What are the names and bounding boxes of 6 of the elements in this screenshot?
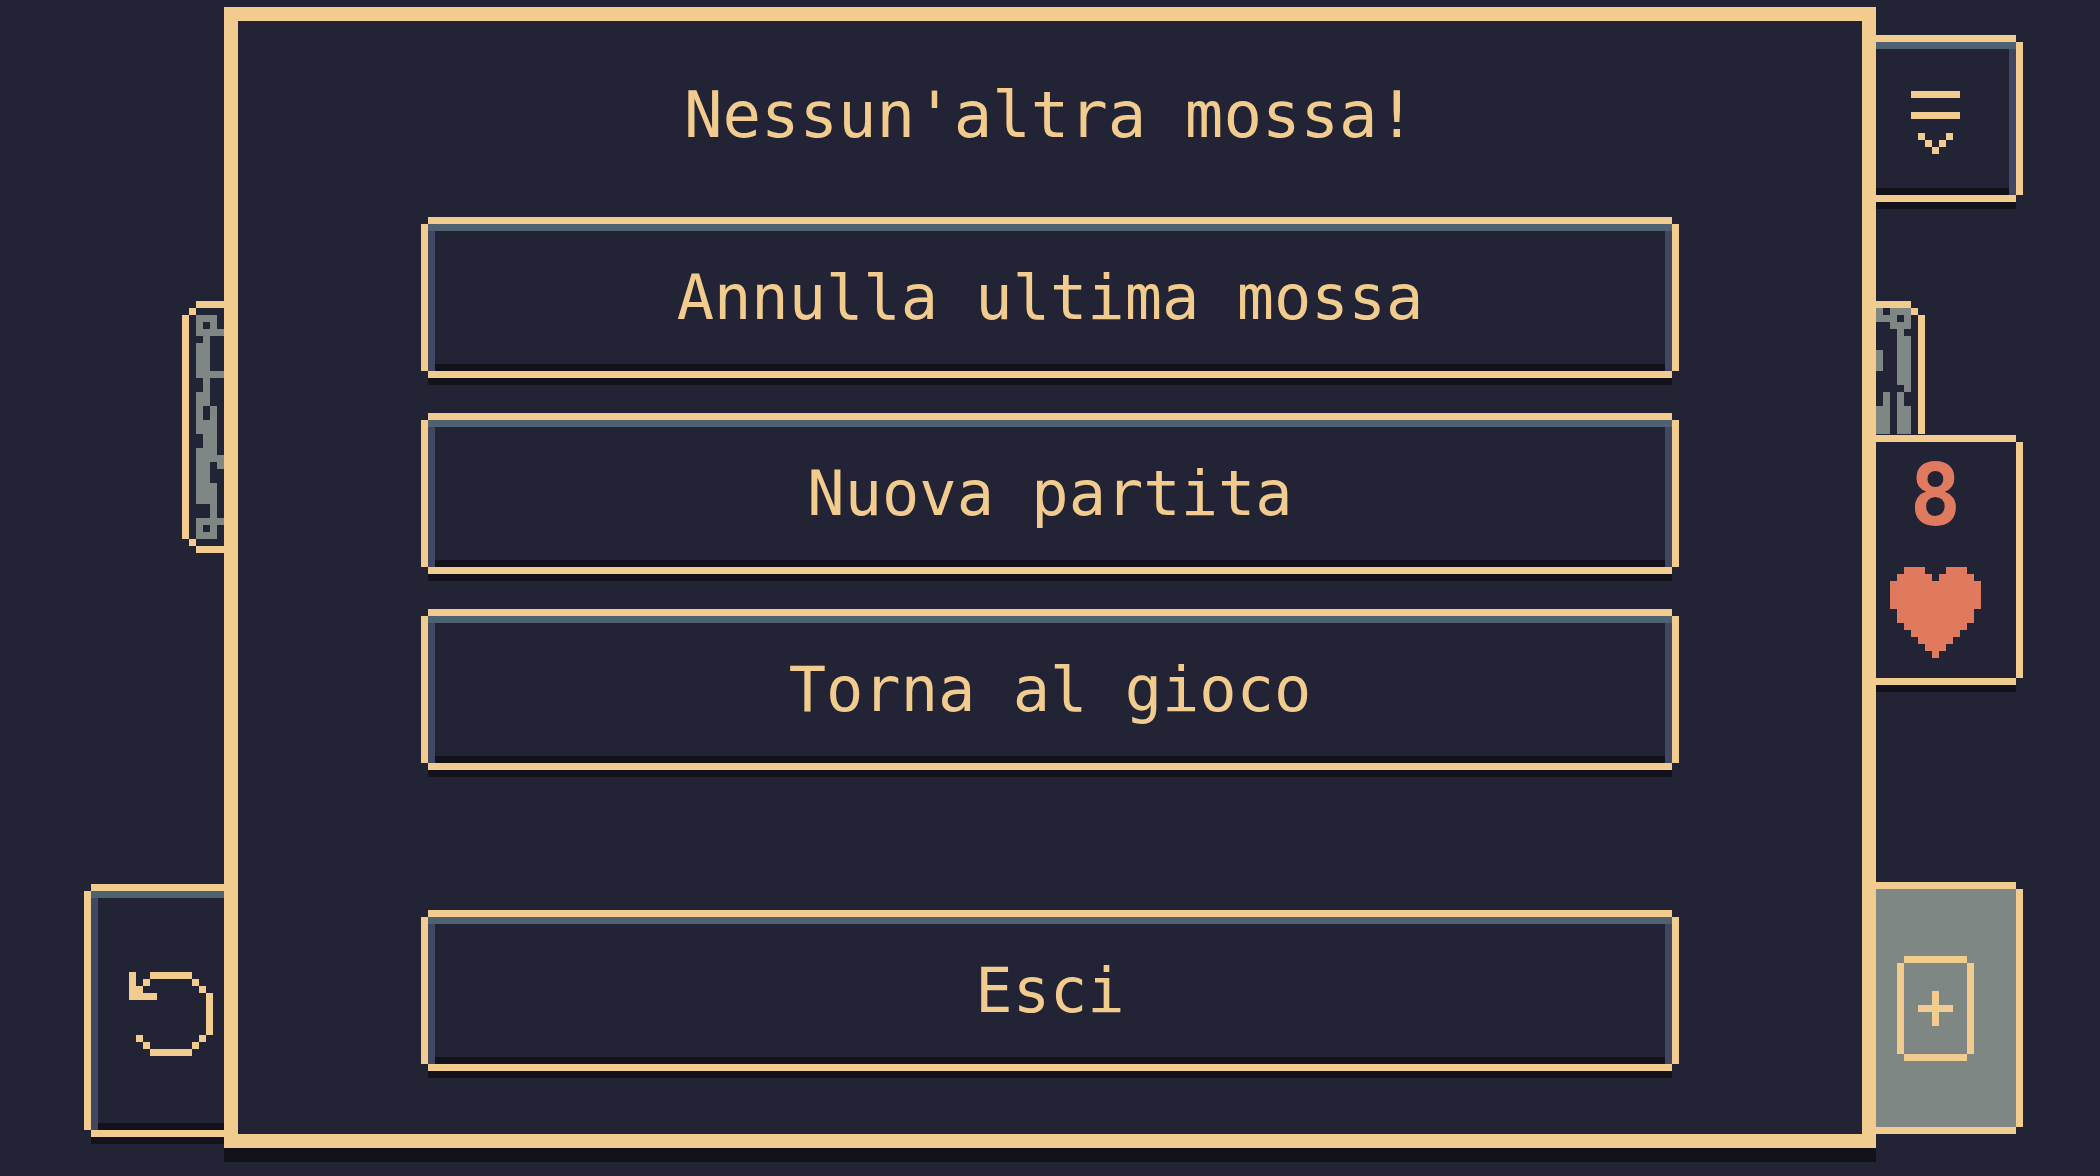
dialog-title: Nessun'altra mossa! [683,83,1417,147]
counter-value: 8 [1909,452,1962,538]
menu-icon [1911,90,1960,154]
heart-icon [1890,567,1981,658]
card-plus-icon [1897,955,1974,1061]
undo-icon [129,971,213,1056]
